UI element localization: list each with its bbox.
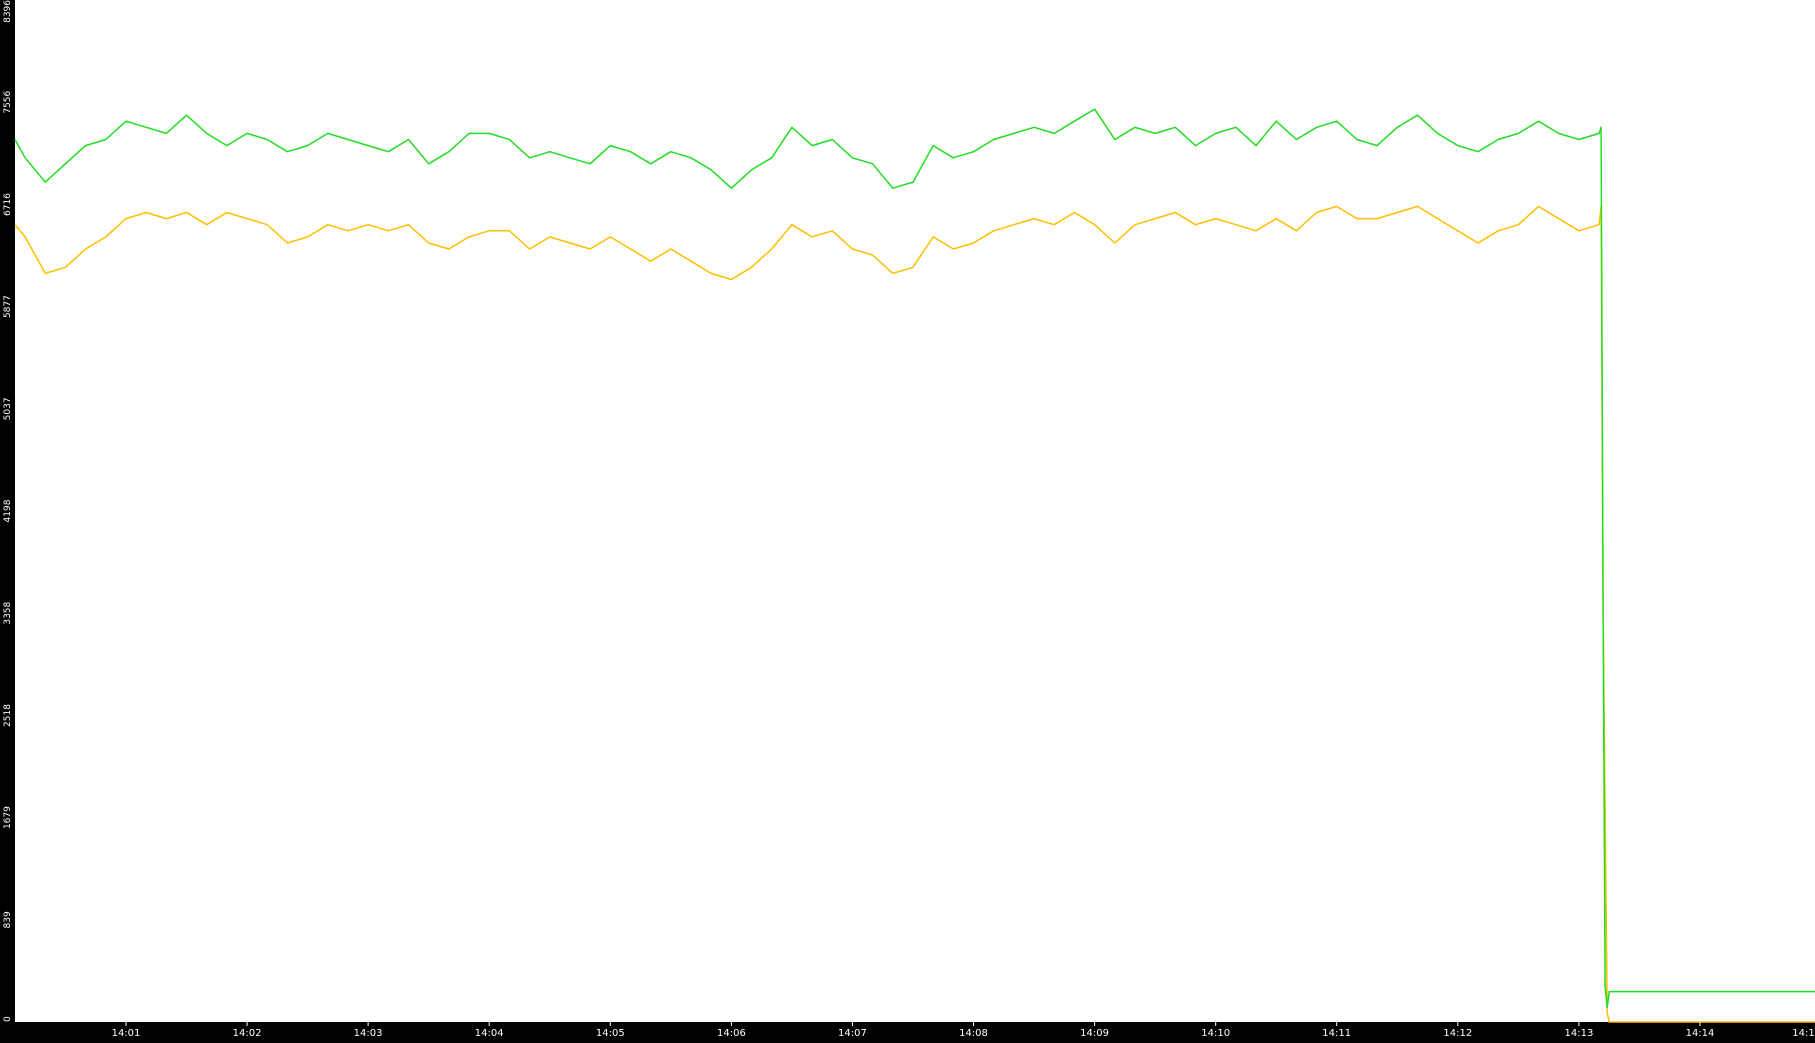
- line-chart-svg: 0 839 1679 2518 3358 4198 5037 5877 6716 7556 8396…: [0, 0, 1815, 1039]
- x-tick-label: 14:09: [1080, 1028, 1109, 1039]
- y-tick-label: 6716: [3, 193, 13, 216]
- y-tick-label: 2518: [3, 704, 13, 727]
- bottom-axis-band: [0, 1022, 1815, 1039]
- y-tick-label: 5877: [3, 295, 13, 318]
- chart: 0 839 1679 2518 3358 4198 5037 5877 6716 7556 8396…: [0, 0, 1815, 1039]
- plot-area: [15, 0, 1815, 1022]
- y-tick-label: 3358: [3, 601, 13, 624]
- y-tick-label: 4198: [3, 499, 13, 522]
- y-tick-label: 839: [3, 911, 13, 928]
- x-tick-label: 14:10: [1201, 1028, 1230, 1039]
- y-tick-label: 0: [3, 1016, 13, 1022]
- y-tick-label: 8396: [3, 0, 13, 23]
- x-tick-label: 14:15: [1792, 1028, 1815, 1039]
- y-tick-label: 1679: [3, 806, 13, 829]
- x-tick-label: 14:05: [596, 1028, 625, 1039]
- x-tick-label: 14:13: [1564, 1028, 1593, 1039]
- x-tick-label: 14:14: [1686, 1028, 1715, 1039]
- y-tick-label: 7556: [3, 90, 13, 113]
- x-tick-label: 14:06: [717, 1028, 746, 1039]
- y-tick-label: 5037: [3, 397, 13, 420]
- x-tick-label: 14:08: [959, 1028, 988, 1039]
- x-tick-label: 14:07: [838, 1028, 867, 1039]
- x-tick-label: 14:02: [233, 1028, 262, 1039]
- x-tick-label: 14:03: [354, 1028, 383, 1039]
- x-tick-label: 14:04: [475, 1028, 504, 1039]
- x-tick-label: 14:01: [112, 1028, 141, 1039]
- x-tick-label: 14:11: [1322, 1028, 1351, 1039]
- x-tick-label: 14:12: [1443, 1028, 1472, 1039]
